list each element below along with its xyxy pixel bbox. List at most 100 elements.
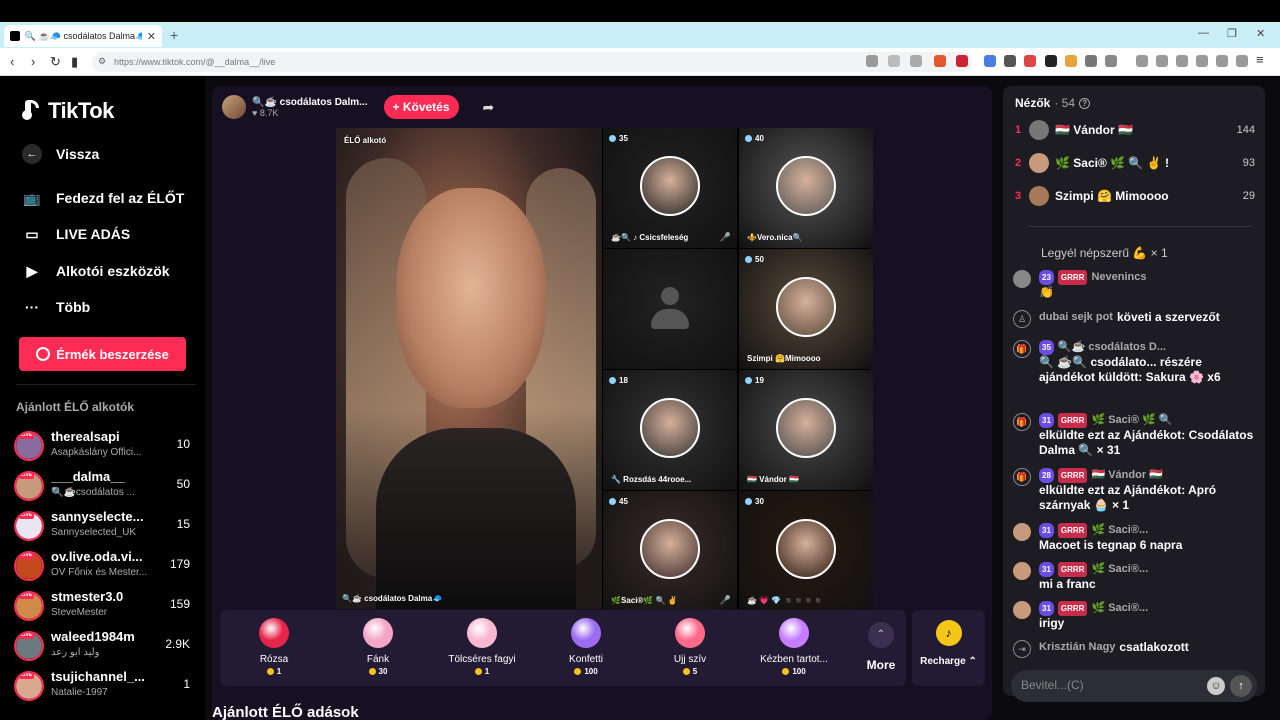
main-host-feed[interactable]: ÉLŐ alkotó 🔍☕ csodálatos Dalma🧢 (336, 128, 602, 609)
hls-icon[interactable] (1024, 55, 1036, 67)
recommended-creator[interactable]: LIVE ___dalma__ 🔍☕csodálatos ... 50 (14, 468, 194, 504)
top-viewer-row[interactable]: 3 Szimpi 🤗 Mimoooo 29 (1015, 184, 1255, 208)
leo-ai-icon[interactable] (1216, 55, 1228, 67)
chat-username[interactable]: 🌿 Saci®... (1091, 562, 1148, 577)
back-nav-icon[interactable]: ‹ (10, 54, 14, 69)
get-coins-button[interactable]: Érmék beszerzése (19, 337, 186, 371)
zoom-icon[interactable] (888, 55, 900, 67)
nav-explore-live[interactable]: 📺 Fedezd fel az ÉLŐT (22, 188, 184, 208)
guest-slot[interactable]: 19 🇭🇺 Vándor 🇭🇺 (739, 370, 873, 490)
brand-name: TikTok (48, 98, 114, 123)
send-icon[interactable]: ↑ (1230, 675, 1252, 697)
gift-item[interactable]: Fánk 30 (330, 618, 426, 676)
share-page-icon[interactable] (910, 55, 922, 67)
tiktok-logo[interactable]: TikTok (22, 98, 114, 124)
more-gifts-button[interactable]: ⌃ More (856, 618, 906, 672)
gift-item[interactable]: Konfetti 100 (538, 618, 634, 676)
chat-username[interactable]: 🌿 Saci®... (1091, 523, 1148, 538)
extensions-puzzle-icon[interactable] (1085, 55, 1097, 67)
coin-icon (368, 668, 376, 675)
recommended-creator[interactable]: LIVE stmester3.0 SteveMester 159 (14, 588, 194, 624)
forward-nav-icon[interactable]: › (31, 54, 35, 69)
recommended-creator[interactable]: LIVE tsujichannel_... Natalie-1997 1 (14, 668, 194, 704)
rewards-icon[interactable] (956, 55, 968, 67)
sidebar-toggle-icon[interactable] (1176, 55, 1188, 67)
guest-slot[interactable]: 35 ☕🔍 ♪ Csicsfeleség 🎤 (603, 128, 737, 248)
tab-close-icon[interactable]: ✕ (147, 30, 156, 43)
media-icon[interactable] (1156, 55, 1168, 67)
url-field[interactable]: ⚙ https://www.tiktok.com/@__dalma__/live (92, 52, 972, 72)
minimize-icon[interactable]: — (1198, 27, 1209, 39)
recommended-creator[interactable]: LIVE ov.live.oda.vi... OV Főnix és Mester.… (14, 548, 194, 584)
guest-slot[interactable]: 45 🌿Saci®🌿 🔍 ✌️ 🎤 (603, 491, 737, 611)
emoji-icon[interactable]: ☺ (1207, 677, 1225, 695)
vpn-icon[interactable] (1236, 55, 1248, 67)
download-icon[interactable] (1136, 55, 1148, 67)
top-viewer-row[interactable]: 1 🇭🇺 Vándor 🇭🇺 144 (1015, 118, 1255, 142)
live-badge: LIVE (19, 592, 35, 599)
browser-tab[interactable]: 🔍 ☕🧢 csodálatos Dalma🧢 ✕ (4, 25, 162, 47)
more-label: More (866, 658, 896, 672)
new-tab-button[interactable]: + (170, 27, 178, 43)
maximize-icon[interactable]: ❐ (1227, 27, 1237, 40)
browser-menu-icon[interactable]: ≡ (1256, 52, 1264, 67)
translate-icon[interactable] (984, 55, 996, 67)
extension-x-icon[interactable] (1004, 55, 1016, 67)
coin-icon (574, 668, 582, 675)
bookmark-icon[interactable]: ▮ (71, 54, 78, 70)
share-icon[interactable]: ➦ (483, 99, 495, 116)
chat-input-row: ☺ ↑ (1011, 670, 1257, 702)
reload-icon[interactable]: ↻ (50, 54, 61, 70)
nav-more[interactable]: ··· Több (22, 297, 90, 317)
chat-username[interactable]: Nevenincs (1091, 270, 1146, 285)
host-name[interactable]: 🔍☕ csodálatos Dalm... (252, 97, 368, 108)
creator-name: therealsapi (51, 429, 120, 444)
gift-icon (571, 618, 601, 648)
nav-creator-tools[interactable]: ▶ Alkotói eszközök (22, 261, 170, 281)
top-viewer-row[interactable]: 2 🌿 Saci® 🌿 🔍 ✌️ ! 93 (1015, 151, 1255, 175)
chat-username[interactable]: 🇭🇺 Vándor 🇭🇺 (1091, 468, 1162, 483)
chat-username[interactable]: dubai sejk pot (1039, 310, 1113, 325)
creator-name: stmester3.0 (51, 589, 124, 604)
host-avatar[interactable] (222, 95, 246, 119)
help-icon[interactable]: ? (1079, 97, 1091, 109)
guest-slot[interactable]: 30 ☕ 💗 💎 ◾◾◾◾ (739, 491, 873, 611)
extension-dark-icon[interactable] (1045, 55, 1057, 67)
nav-go-live[interactable]: ▭ LIVE ADÁS (22, 224, 130, 244)
guest-name: 🌿Saci®🌿 🔍 ✌️ (611, 596, 678, 605)
window-close-icon[interactable]: ✕ (1256, 27, 1265, 40)
follow-button[interactable]: + Követés (383, 95, 459, 119)
site-info-icon[interactable]: ⚙ (98, 56, 108, 67)
guest-slot[interactable] (603, 249, 737, 369)
wallet-icon[interactable] (1196, 55, 1208, 67)
extension-icon[interactable] (866, 55, 878, 67)
brave-shield-icon[interactable] (934, 55, 946, 67)
gift-icon (259, 618, 289, 648)
gift-item[interactable]: Kézben tartot... 100 (746, 618, 842, 676)
recommended-creator[interactable]: LIVE waleed1984m وليد ابو رعد 2.9K (14, 628, 194, 664)
gift-item[interactable]: Rózsa 1 (226, 618, 322, 676)
extension-color-icon[interactable] (1065, 55, 1077, 67)
guest-slot[interactable]: 40 ⚜️Vero.nica🔍 (739, 128, 873, 248)
chat-username[interactable]: 🌿 Saci® 🌿 🔍 (1091, 413, 1172, 428)
chat-username[interactable]: 🔍☕ csodálatos D... (1058, 340, 1166, 355)
creator-avatar: LIVE (14, 591, 44, 621)
guest-slot[interactable]: 50 Szimpi 🤗Mimoooo (739, 249, 873, 369)
guest-slot[interactable]: 18 🔧 Rozsdás 44rooe... (603, 370, 737, 490)
guest-name: ⚜️Vero.nica🔍 (747, 233, 803, 242)
chat-username[interactable]: Krisztián Nagy (1039, 640, 1115, 655)
gift-item[interactable]: Tölcséres fagyi 1 (434, 618, 530, 676)
back-link[interactable]: ← Vissza (22, 144, 99, 164)
recommended-creator[interactable]: LIVE sannyselecte... Sannyselected_UK 15 (14, 508, 194, 544)
gift-icon (467, 618, 497, 648)
chat-input[interactable] (1021, 678, 1201, 692)
recommended-creator[interactable]: LIVE therealsapi Asapkáslány Offici... 10 (14, 428, 194, 464)
reading-icon[interactable] (1105, 55, 1117, 67)
recharge-button[interactable]: ♪ Recharge ⌃ (912, 610, 985, 686)
gift-item[interactable]: Ujj szív 5 (642, 618, 738, 676)
live-badge: LIVE (19, 472, 35, 479)
guest-score-badge: 50 (745, 255, 764, 264)
chat-username[interactable]: 🌿 Saci®... (1091, 601, 1148, 616)
coin-icon (36, 347, 51, 361)
chat-user-avatar (1013, 601, 1031, 619)
